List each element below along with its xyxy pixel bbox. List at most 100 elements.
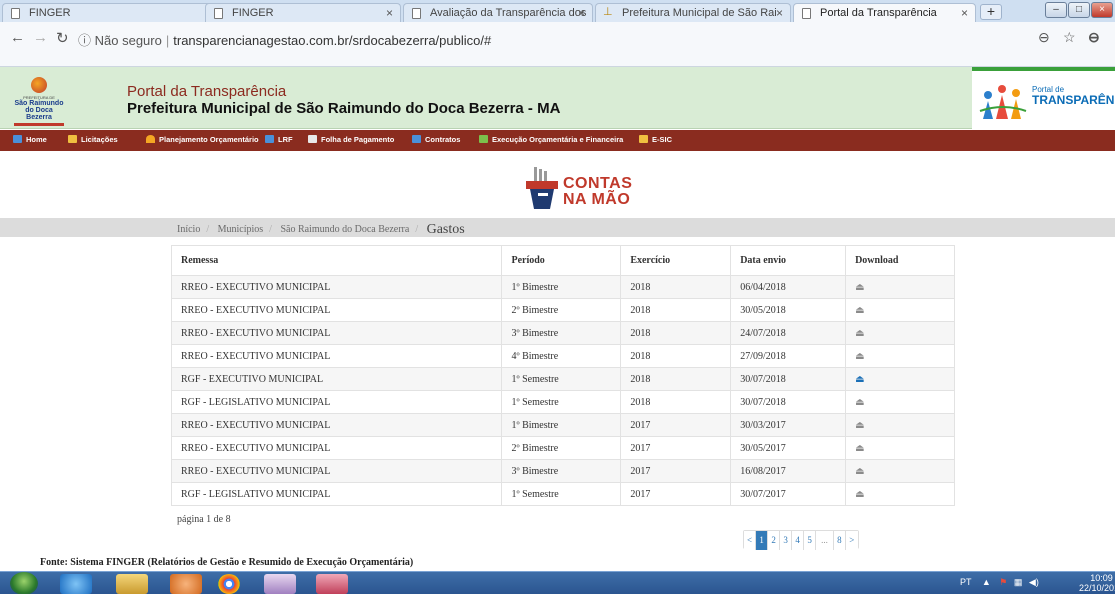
cell-download: ⏏ xyxy=(845,482,955,506)
paint-icon[interactable] xyxy=(264,574,296,594)
download-icon[interactable]: ⏏ xyxy=(855,374,864,385)
close-icon[interactable]: × xyxy=(578,6,585,20)
close-icon[interactable]: × xyxy=(961,6,968,20)
star-icon[interactable]: ☆ xyxy=(1063,29,1076,46)
cell-download: ⏏ xyxy=(845,275,955,299)
municipality-logo[interactable]: PREFEITURA DE São Raimundo do Doca Bezer… xyxy=(14,77,64,126)
download-icon[interactable]: ⏏ xyxy=(855,397,864,408)
forward-icon[interactable]: → xyxy=(33,29,48,46)
table-row: RGF - EXECUTIVO MUNICIPAL 1º Semestre 2018… xyxy=(170,367,955,391)
pagination: < 1 2 3 4 5 ... 8 > xyxy=(743,530,859,550)
page-icon xyxy=(802,8,811,19)
reload-icon[interactable]: ↻ xyxy=(56,29,69,47)
breadcrumb-municipality[interactable]: São Raimundo do Doca Bezerra xyxy=(280,224,409,235)
new-tab-button[interactable]: + xyxy=(980,4,1002,20)
browser-tab-5-active[interactable]: Portal da Transparência × xyxy=(793,3,976,22)
browser-tab-4[interactable]: ⊥ Prefeitura Municipal de São Rai × xyxy=(595,3,791,22)
maximize-button[interactable]: □ xyxy=(1068,2,1090,18)
chrome-icon[interactable] xyxy=(218,574,240,594)
menu-item-home[interactable]: Home xyxy=(13,135,47,144)
browser-tab-3[interactable]: Avaliação da Transparência dos × xyxy=(403,3,593,22)
logo-big-text: TRANSPARÊNC xyxy=(1032,93,1115,107)
pagination-page-1[interactable]: 1 xyxy=(756,531,769,550)
download-icon[interactable]: ⏏ xyxy=(855,466,864,477)
cell-remessa: RREO - EXECUTIVO MUNICIPAL xyxy=(170,344,503,368)
snipping-tool-icon[interactable] xyxy=(316,574,348,594)
emblem-icon xyxy=(31,77,47,93)
menu-item-planejamento[interactable]: Planejamento Orçamentário xyxy=(146,135,259,144)
menu-item-folha[interactable]: Folha de Pagamento xyxy=(308,135,394,144)
cell-remessa: RGF - EXECUTIVO MUNICIPAL xyxy=(170,367,503,391)
portal-title: Portal da Transparência xyxy=(127,83,287,100)
volume-icon[interactable]: ◀) xyxy=(1029,577,1039,587)
close-icon[interactable]: × xyxy=(776,6,783,20)
menu-label: Execução Orçamentária e Financeira xyxy=(492,135,624,144)
zoom-icon[interactable]: ⊖ xyxy=(1038,29,1050,46)
table-row: RGF - LEGISLATIVO MUNICIPAL 1º Semestre 20… xyxy=(170,390,955,414)
menu-item-contratos[interactable]: Contratos xyxy=(412,135,460,144)
close-icon[interactable]: × xyxy=(386,6,393,20)
network-icon[interactable]: ▦ xyxy=(1014,577,1023,587)
column-header-exercicio: Exercício xyxy=(620,245,732,276)
close-window-button[interactable]: × xyxy=(1091,2,1113,18)
menu-item-licitacoes[interactable]: Licitações xyxy=(68,135,118,144)
page-icon xyxy=(214,8,223,19)
pagination-page-4[interactable]: 4 xyxy=(792,531,805,550)
file-explorer-icon[interactable] xyxy=(116,574,148,594)
document-icon xyxy=(412,135,421,143)
language-indicator[interactable]: PT xyxy=(960,577,971,587)
menu-item-esic[interactable]: E-SIC xyxy=(639,135,672,144)
minimize-button[interactable]: – xyxy=(1045,2,1067,18)
transparency-portal-logo[interactable]: Portal de TRANSPARÊNC xyxy=(972,67,1115,129)
download-icon[interactable]: ⏏ xyxy=(855,420,864,431)
pagination-page-3[interactable]: 3 xyxy=(780,531,793,550)
browser-tab-1[interactable]: FINGER × xyxy=(2,3,235,22)
logo-text-2: São Raimundo xyxy=(14,100,64,107)
pagination-page-2[interactable]: 2 xyxy=(768,531,781,550)
start-button[interactable] xyxy=(10,572,38,594)
page-icon xyxy=(11,8,20,19)
media-player-icon[interactable] xyxy=(170,574,202,594)
pagination-prev[interactable]: < xyxy=(744,531,757,550)
internet-explorer-icon[interactable] xyxy=(60,574,92,594)
back-icon[interactable]: ← xyxy=(10,29,25,46)
system-tray: PT ▲ ⚑ ▦ ◀) xyxy=(960,577,1039,588)
contas-na-mao-logo[interactable]: CONTAS NA MÃO xyxy=(524,163,644,213)
breadcrumb-inicio[interactable]: Início xyxy=(177,224,200,235)
info-icon[interactable]: ⓘ xyxy=(78,33,91,48)
download-icon[interactable]: ⏏ xyxy=(855,282,864,293)
show-hidden-icons-icon[interactable]: ▲ xyxy=(982,577,991,587)
pagination-next[interactable]: > xyxy=(845,531,858,550)
clock[interactable]: 10:09 22/10/2018 xyxy=(1079,573,1115,593)
menu-item-lrf[interactable]: LRF xyxy=(265,135,293,144)
download-icon[interactable]: ⏏ xyxy=(855,328,864,339)
table-row: RGF - LEGISLATIVO MUNICIPAL 1º Semestre 20… xyxy=(170,482,955,506)
table-row: RREO - EXECUTIVO MUNICIPAL 3º Bimestre 201… xyxy=(170,459,955,483)
url-field[interactable]: ⓘ Não seguro | transparencianagestao.com.b… xyxy=(78,30,491,49)
windows-taskbar: PT ▲ ⚑ ▦ ◀) 10:09 22/10/2018 xyxy=(0,571,1115,594)
cell-data-envio: 30/07/2017 xyxy=(730,482,847,506)
reports-table: Remessa Período Exercício Data envio Dow… xyxy=(170,245,955,506)
menu-label: Contratos xyxy=(425,135,461,144)
download-icon[interactable]: ⏏ xyxy=(855,351,864,362)
column-header-download: Download xyxy=(845,245,955,276)
table-header-row: Remessa Período Exercício Data envio Dow… xyxy=(170,245,955,276)
profile-icon[interactable]: ⊖ xyxy=(1088,29,1100,46)
table-row: RREO - EXECUTIVO MUNICIPAL 3º Bimestre 201… xyxy=(170,321,955,345)
download-icon[interactable]: ⏏ xyxy=(855,443,864,454)
cell-periodo: 2º Bimestre xyxy=(501,298,622,322)
menu-label: Folha de Pagamento xyxy=(321,135,395,144)
browser-tab-2[interactable]: FINGER × xyxy=(205,3,401,22)
cell-periodo: 1º Semestre xyxy=(501,367,622,391)
pagination-page-5[interactable]: 5 xyxy=(804,531,817,550)
breadcrumb-municipios[interactable]: Municípios xyxy=(218,224,264,235)
menu-item-execucao[interactable]: Execução Orçamentária e Financeira xyxy=(479,135,623,144)
cell-periodo: 1º Semestre xyxy=(501,482,622,506)
city-title: Prefeitura Municipal de São Raimundo do … xyxy=(127,100,561,117)
flag-icon[interactable]: ⚑ xyxy=(999,577,1007,587)
url-text: transparencianagestao.com.br/srdocabezer… xyxy=(173,33,492,48)
download-icon[interactable]: ⏏ xyxy=(855,489,864,500)
pagination-page-8[interactable]: 8 xyxy=(833,531,846,550)
table-row: RREO - EXECUTIVO MUNICIPAL 2º Bimestre 201… xyxy=(170,298,955,322)
download-icon[interactable]: ⏏ xyxy=(855,305,864,316)
